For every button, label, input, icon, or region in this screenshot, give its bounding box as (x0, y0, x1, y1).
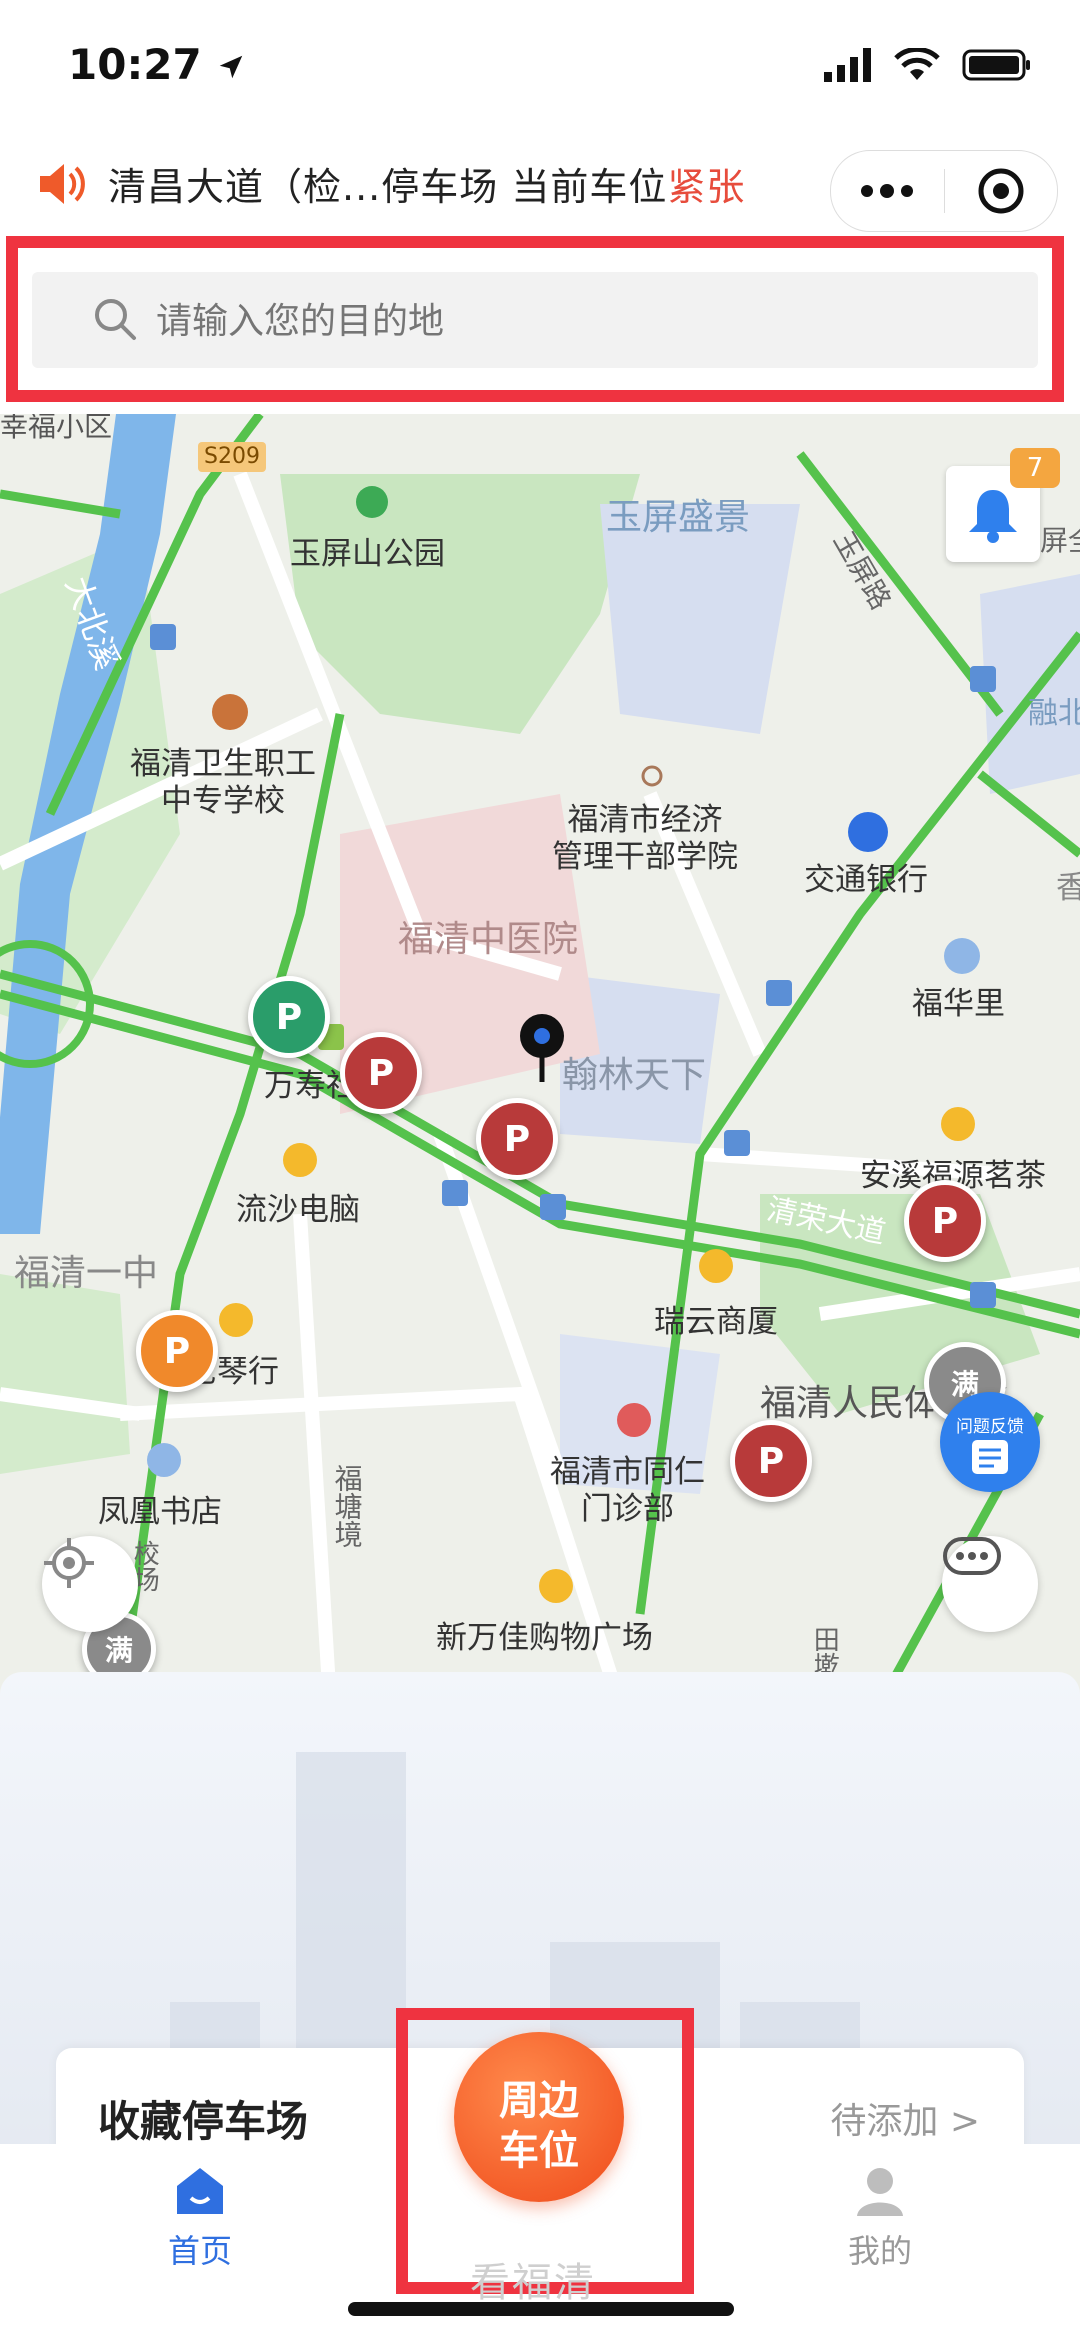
home-indicator[interactable] (348, 2302, 734, 2316)
parking-marker[interactable]: P (904, 1180, 986, 1262)
nearby-parking-button[interactable]: 周边 车位 (454, 2032, 624, 2202)
place-jingji-college: 福清市经济 管理干部学院 (552, 802, 738, 876)
place-jiaotong-bank: 交通银行 (804, 862, 928, 898)
locate-button[interactable] (42, 1536, 138, 1632)
road-label-tian: 田墘 (809, 1626, 840, 1678)
search-highlight-box (6, 236, 1064, 402)
favorite-title: 收藏停车场 (98, 2097, 309, 2146)
tab-me-label: 我的 (847, 2232, 912, 2270)
close-miniprogram-button[interactable] (945, 151, 1058, 231)
favorite-add-link[interactable]: 待添加 > (830, 2092, 980, 2144)
road-label-xingfu: 幸福小区 (0, 414, 113, 443)
notification-badge: 7 (1010, 448, 1060, 488)
speaker-icon (40, 164, 85, 204)
place-liusha: 流沙电脑 (236, 1192, 360, 1228)
search-bar[interactable] (32, 272, 1038, 370)
more-options-button[interactable] (942, 1536, 1038, 1632)
watermark-text: 看福清 (470, 2260, 596, 2306)
signal-icon (824, 48, 871, 82)
wifi-icon (894, 48, 940, 80)
road-label-futangjing: 福塘境 (330, 1464, 364, 1548)
place-yizhong: 福清一中 (14, 1253, 159, 1294)
locate-icon (44, 1538, 94, 1588)
target-close-icon (978, 168, 1024, 214)
place-fenghuang: 凤凰书店 (98, 1494, 222, 1530)
battery-icon (962, 49, 1030, 81)
place-tongren: 福清市同仁 门诊部 (550, 1454, 705, 1528)
feedback-label: 问题反馈 (956, 1417, 1024, 1437)
user-icon (857, 2168, 903, 2216)
destination-search-input[interactable] (154, 272, 1018, 370)
parking-marker[interactable]: P (730, 1420, 812, 1502)
place-xiang: 香 (1056, 870, 1080, 906)
miniprogram-capsule (830, 150, 1058, 232)
tab-me[interactable]: 我的 (780, 2164, 980, 2272)
map-view[interactable]: S209 幸福小区 大北溪 玉屏山公园 玉屏盛景 玉屏路 屏全 融北 福清卫生职… (0, 414, 1080, 1704)
parking-marker[interactable]: P (340, 1032, 422, 1114)
place-hanlin: 翰林天下 (562, 1055, 707, 1096)
status-time: 10:27 (68, 40, 246, 89)
place-ronghe: 融北 (1028, 696, 1080, 731)
parking-marker[interactable]: P (248, 976, 330, 1058)
location-arrow-icon (220, 55, 243, 79)
search-icon (95, 299, 136, 340)
notice-text: 清昌大道（检...停车场 当前车位紧张 (108, 156, 745, 211)
place-xinwanjia: 新万佳购物广场 (436, 1620, 653, 1656)
notice-message: 清昌大道（检...停车场 当前车位 (108, 165, 668, 209)
parking-marker[interactable]: P (136, 1310, 218, 1392)
status-time-text: 10:27 (68, 40, 202, 89)
more-dots-icon (861, 184, 914, 198)
place-weisheng-school: 福清卫生职工 中专学校 (130, 746, 316, 820)
parking-marker[interactable]: P (476, 1098, 558, 1180)
feedback-button[interactable]: 问题反馈 (940, 1392, 1040, 1492)
place-pingjin: 屏全 (1040, 524, 1080, 557)
chat-dots-icon (943, 1537, 1001, 1575)
status-bar: 10:27 (0, 0, 1080, 140)
tab-home[interactable]: 首页 (100, 2164, 300, 2272)
place-ruiyun: 瑞云商厦 (654, 1304, 778, 1340)
place-yupingshengjing: 玉屏盛景 (606, 497, 751, 538)
bell-icon (969, 490, 1017, 543)
road-label-s209: S209 (198, 442, 266, 473)
tab-home-label: 首页 (167, 2232, 232, 2270)
place-fuhuali: 福华里 (912, 986, 1005, 1022)
place-yupingshan: 玉屏山公园 (290, 536, 445, 572)
home-icon (177, 2168, 223, 2214)
more-button[interactable] (831, 151, 944, 231)
notice-status: 紧张 (667, 165, 746, 209)
nearby-label-line2: 车位 (499, 2128, 579, 2174)
status-icons (824, 48, 1032, 82)
feedback-doc-icon (972, 1440, 1008, 1474)
place-zhongyiyuan: 福清中医院 (398, 919, 579, 960)
